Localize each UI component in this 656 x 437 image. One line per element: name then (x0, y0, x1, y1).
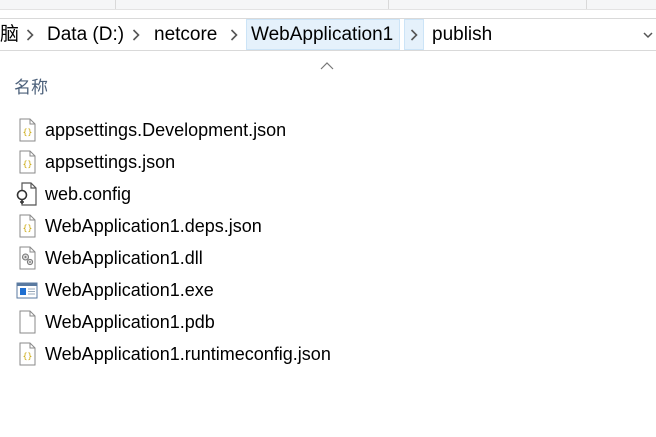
svg-text:{}: {} (23, 352, 33, 361)
chevron-right-icon[interactable] (404, 19, 424, 50)
breadcrumb-item-data-drive[interactable]: Data (D:) (47, 19, 124, 50)
chevron-right-icon[interactable] (24, 19, 36, 50)
json-file-icon: {} (19, 342, 36, 366)
breadcrumb-item-computer[interactable]: 脑 (0, 19, 19, 50)
chevron-down-icon[interactable] (642, 19, 654, 50)
column-header-name[interactable]: 名称 (14, 73, 48, 98)
file-row[interactable]: WebApplication1.dll (0, 242, 656, 274)
ribbon-divider (586, 0, 587, 9)
file-name[interactable]: WebApplication1.deps.json (45, 210, 262, 242)
chevron-right-icon[interactable] (228, 19, 240, 50)
ribbon-divider (115, 0, 116, 9)
exe-file-icon (16, 282, 38, 299)
file-row[interactable]: {} appsettings.json (0, 146, 656, 178)
file-name[interactable]: web.config (45, 178, 131, 210)
chevron-right-icon[interactable] (130, 19, 142, 50)
svg-text:{}: {} (23, 128, 33, 137)
svg-text:{}: {} (23, 160, 33, 169)
file-row[interactable]: WebApplication1.pdb (0, 306, 656, 338)
json-file-icon: {} (19, 118, 36, 142)
breadcrumb-item-publish[interactable]: publish (432, 19, 492, 50)
ribbon-divider (388, 0, 389, 9)
file-row[interactable]: WebApplication1.exe (0, 274, 656, 306)
json-file-icon: {} (19, 150, 36, 174)
breadcrumb-item-netcore[interactable]: netcore (154, 19, 217, 50)
sort-ascending-icon (320, 62, 334, 70)
file-name[interactable]: WebApplication1.runtimeconfig.json (45, 338, 331, 370)
json-file-icon: {} (19, 214, 36, 238)
ribbon-strip (0, 0, 656, 10)
svg-text:{}: {} (23, 224, 33, 233)
file-row[interactable]: web.config (0, 178, 656, 210)
breadcrumb-item-webapplication1[interactable]: WebApplication1 (246, 19, 400, 50)
file-name[interactable]: WebApplication1.dll (45, 242, 203, 274)
file-row[interactable]: {} WebApplication1.deps.json (0, 210, 656, 242)
config-file-icon (16, 182, 37, 206)
file-name[interactable]: appsettings.Development.json (45, 114, 286, 146)
blank-file-icon (19, 310, 36, 334)
file-name[interactable]: WebApplication1.pdb (45, 306, 215, 338)
address-bar[interactable]: 脑 Data (D:) netcore WebApplication1 publ… (0, 18, 656, 51)
dll-file-icon (19, 246, 36, 270)
file-name[interactable]: WebApplication1.exe (45, 274, 214, 306)
file-name[interactable]: appsettings.json (45, 146, 175, 178)
file-row[interactable]: {} appsettings.Development.json (0, 114, 656, 146)
file-row[interactable]: {} WebApplication1.runtimeconfig.json (0, 338, 656, 370)
